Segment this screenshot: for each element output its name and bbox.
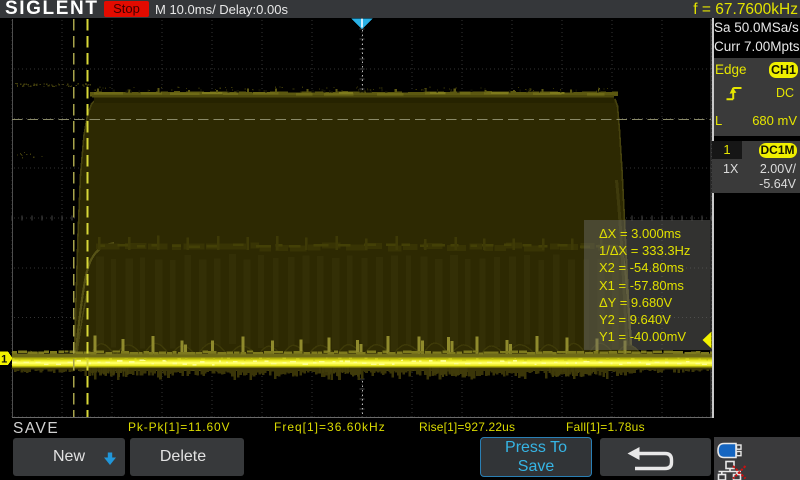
svg-text:1: 1	[1, 354, 7, 366]
